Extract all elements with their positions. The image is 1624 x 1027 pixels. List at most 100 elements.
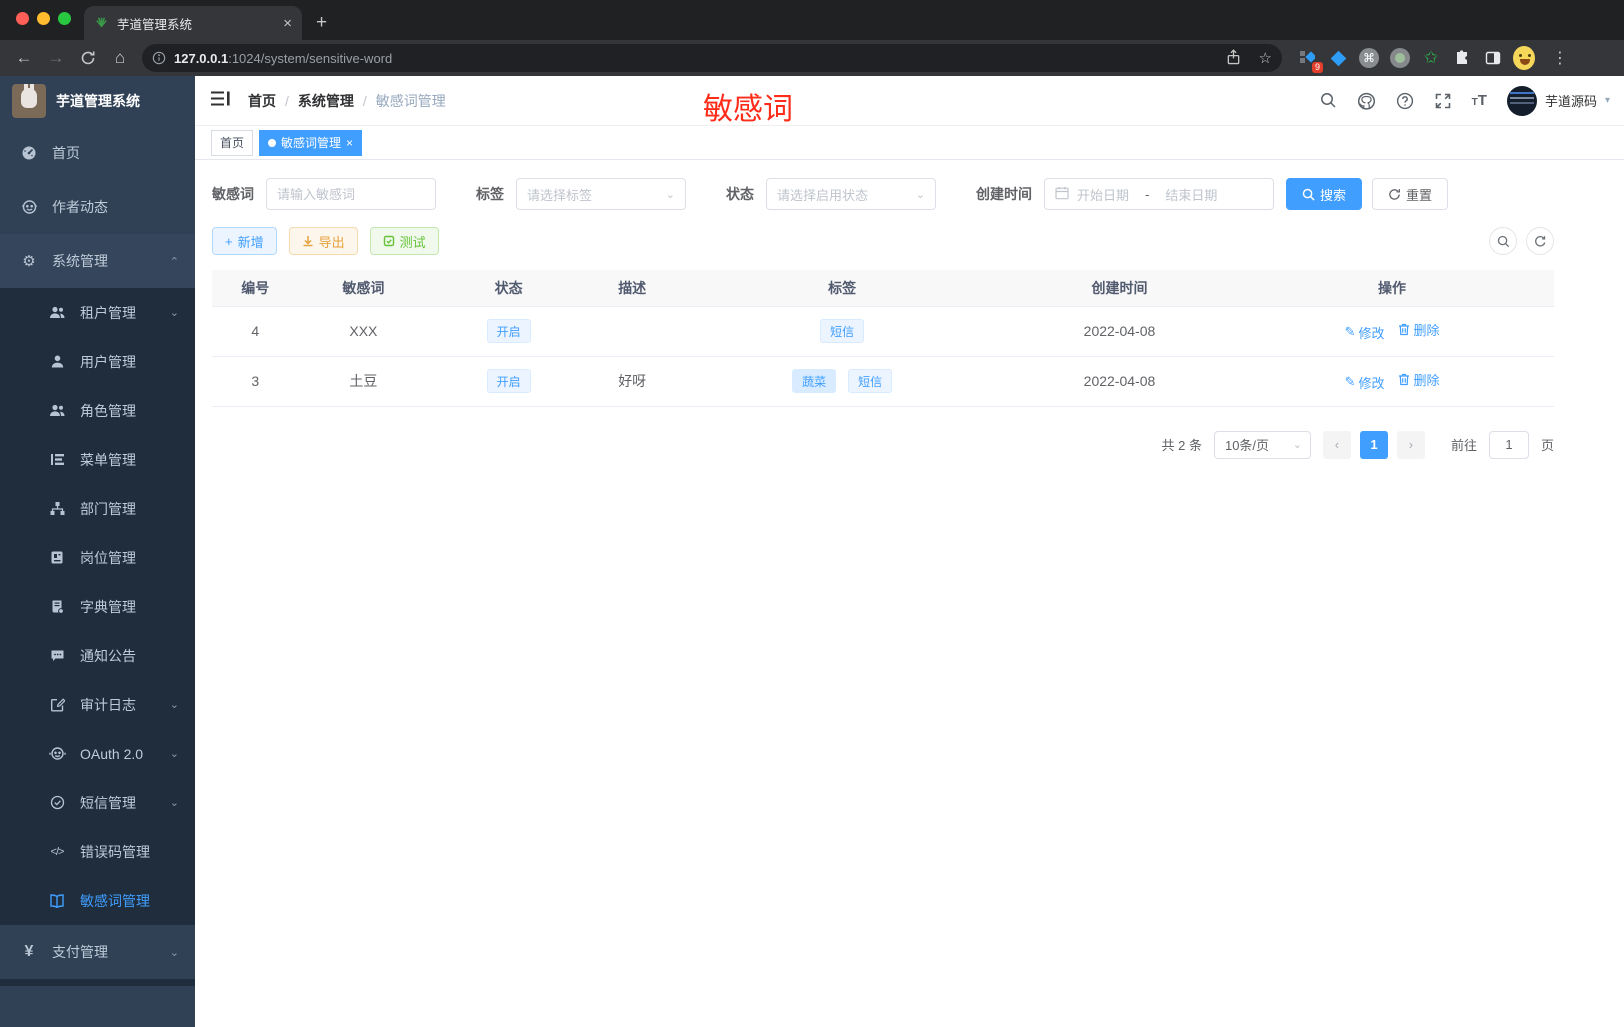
refresh-button[interactable]	[1526, 227, 1554, 255]
sidebar-item-sms[interactable]: 短信管理 ⌄	[0, 778, 195, 827]
reload-button[interactable]	[74, 44, 102, 72]
tab-close-icon[interactable]: ×	[283, 15, 292, 32]
tag-home[interactable]: 首页	[211, 129, 254, 156]
status-select[interactable]: 请选择启用状态 ⌄	[766, 178, 936, 210]
page-number-1[interactable]: 1	[1359, 430, 1388, 459]
test-button[interactable]: 测试	[369, 227, 439, 255]
chevron-down-icon: ⌄	[169, 748, 179, 760]
sidebar-item-tenant[interactable]: 租户管理 ⌄	[0, 288, 195, 337]
col-header-tags: 标签	[675, 270, 1009, 307]
sidebar-item-menu[interactable]: 菜单管理	[0, 435, 195, 484]
forward-button[interactable]: →	[42, 44, 70, 72]
browser-menu-icon[interactable]: ⋮	[1552, 48, 1568, 68]
fullscreen-icon[interactable]	[1434, 92, 1452, 110]
trash-icon	[1399, 374, 1410, 386]
sidebar: 芋道管理系统 首页 作者动态 ⚙ 系统管理 ⌃ 租户管理 ⌄ 用户管理 角色管理…	[0, 76, 195, 1027]
page-size-select[interactable]: 10条/页 ⌄	[1213, 430, 1311, 459]
goto-page-input[interactable]: 1	[1488, 430, 1529, 459]
sidebar-item-label: OAuth 2.0	[80, 745, 144, 762]
back-button[interactable]: ←	[10, 44, 38, 72]
sidebar-item-oauth[interactable]: OAuth 2.0 ⌄	[0, 729, 195, 778]
test-button-label: 测试	[399, 234, 426, 250]
col-header-desc: 描述	[588, 270, 676, 307]
browser-toolbar: ← → ⌂ 127.0.0.1:1024/system/sensitive-wo…	[0, 40, 1624, 76]
sidebar-item-notice[interactable]: 通知公告	[0, 631, 195, 680]
sidebar-item-home[interactable]: 首页	[0, 126, 195, 180]
home-button[interactable]: ⌂	[106, 44, 134, 72]
url-bar[interactable]: 127.0.0.1:1024/system/sensitive-word ☆	[142, 44, 1282, 72]
font-size-icon[interactable]: TT	[1472, 92, 1487, 109]
extension-icon-4[interactable]	[1389, 47, 1411, 69]
side-panel-icon[interactable]	[1482, 47, 1504, 69]
search-button[interactable]: 搜索	[1286, 178, 1363, 210]
badge-icon	[48, 550, 66, 565]
sidebar-item-label: 短信管理	[80, 794, 136, 811]
active-dot	[268, 138, 277, 147]
roles-icon	[48, 403, 66, 418]
prev-page-button[interactable]: ‹	[1322, 430, 1351, 459]
help-icon[interactable]	[1396, 92, 1414, 110]
edit-link[interactable]: ✎ 修改	[1345, 323, 1385, 342]
chevron-down-icon: ⌄	[1292, 439, 1302, 451]
next-page-button[interactable]: ›	[1396, 430, 1425, 459]
sidebar-item-post[interactable]: 岗位管理	[0, 533, 195, 582]
close-window-button[interactable]	[16, 12, 29, 25]
breadcrumb-system[interactable]: 系统管理	[298, 91, 354, 111]
url-host: 127.0.0.1	[174, 50, 229, 66]
keyword-input[interactable]	[277, 186, 425, 202]
sidebar-item-label: 部门管理	[80, 500, 136, 517]
sidebar-item-audit-log[interactable]: 审计日志 ⌄	[0, 680, 195, 729]
user-menu[interactable]: 芋道源码 ▾	[1506, 85, 1610, 116]
tag-sensitive-word[interactable]: 敏感词管理 ×	[259, 129, 363, 156]
date-range-picker[interactable]: 开始日期 - 结束日期	[1044, 178, 1274, 210]
sidebar-logo[interactable]: 芋道管理系统	[0, 76, 195, 126]
profile-avatar[interactable]	[1513, 46, 1535, 70]
share-icon[interactable]	[1226, 48, 1241, 68]
minimize-window-button[interactable]	[37, 12, 50, 25]
sidebar-item-dict[interactable]: 字典管理	[0, 582, 195, 631]
delete-link[interactable]: 删除	[1398, 370, 1439, 389]
tag-close-icon[interactable]: ×	[346, 136, 353, 150]
tag-badge: 短信	[848, 369, 893, 393]
screen: 芋道管理系统 × + ← → ⌂ 127.0.0.1:1024/system/s…	[0, 0, 1624, 1027]
users-icon	[48, 305, 66, 320]
sidebar-item-system[interactable]: ⚙ 系统管理 ⌃	[0, 234, 195, 288]
data-table: 编号 敏感词 状态 描述 标签 创建时间 操作 4 XXX 开启 短信 2022…	[212, 270, 1554, 407]
delete-link[interactable]: 删除	[1398, 320, 1439, 339]
sidebar-item-dept[interactable]: 部门管理	[0, 484, 195, 533]
bookmark-star-icon[interactable]: ☆	[1259, 49, 1272, 67]
status-label: 状态	[726, 186, 754, 202]
reset-button[interactable]: 重置	[1372, 178, 1449, 210]
sidebar-submenu: 租户管理 ⌄ 用户管理 角色管理 菜单管理 部门管理 岗位管理 字典管理 通知公…	[0, 288, 195, 925]
edit-link[interactable]: ✎ 修改	[1345, 373, 1385, 392]
export-button[interactable]: 导出	[288, 227, 358, 255]
tag-select[interactable]: 请选择标签 ⌄	[516, 178, 686, 210]
col-header-created: 创建时间	[1008, 270, 1231, 307]
zoom-window-button[interactable]	[58, 12, 71, 25]
sidebar-item-error-code[interactable]: </> 错误码管理	[0, 827, 195, 876]
extension-icon-1[interactable]: 9	[1296, 47, 1323, 73]
extension-icon-2[interactable]	[1327, 47, 1349, 69]
search-icon[interactable]	[1320, 92, 1337, 109]
new-tab-button[interactable]: +	[316, 12, 327, 34]
window-controls[interactable]	[16, 12, 71, 25]
extensions-puzzle-icon[interactable]	[1451, 47, 1473, 69]
red-annotation-text: 敏感词	[703, 93, 793, 126]
toggle-search-button[interactable]	[1489, 227, 1517, 255]
add-button[interactable]: + 新增	[212, 227, 277, 255]
chevron-down-icon: ⌄	[169, 307, 179, 319]
github-icon[interactable]	[1357, 92, 1376, 110]
breadcrumb-home[interactable]: 首页	[248, 91, 276, 111]
sidebar-item-role[interactable]: 角色管理	[0, 386, 195, 435]
author-chat-icon	[20, 199, 38, 215]
sidebar-item-user[interactable]: 用户管理	[0, 337, 195, 386]
sidebar-fold-icon[interactable]	[211, 91, 230, 111]
keyword-input-wrap	[266, 178, 436, 210]
sidebar-item-label: 字典管理	[80, 598, 136, 615]
extension-icon-5[interactable]: ✩	[1420, 47, 1442, 69]
sidebar-item-pay[interactable]: ¥ 支付管理 ⌄	[0, 925, 195, 979]
sidebar-item-sensitive-word[interactable]: 敏感词管理	[0, 876, 195, 925]
browser-tab[interactable]: 芋道管理系统 ×	[84, 6, 302, 40]
sidebar-item-author[interactable]: 作者动态	[0, 180, 195, 234]
extension-icon-3[interactable]: ⌘	[1358, 47, 1380, 69]
